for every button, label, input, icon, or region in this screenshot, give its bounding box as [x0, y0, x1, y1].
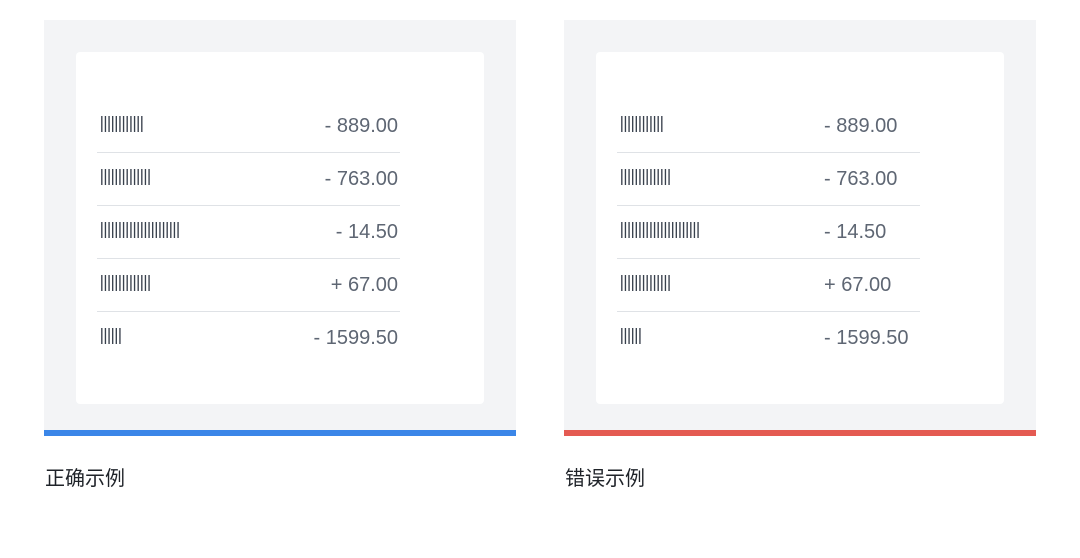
item-label: |||||| — [617, 325, 645, 344]
item-amount: - 14.50 — [335, 221, 398, 243]
correct-example-caption: 正确示例 — [45, 468, 125, 490]
item-amount: - 1599.50 — [313, 327, 398, 349]
list-item: |||||||||||||| - 763.00 — [617, 153, 920, 206]
item-amount: - 889.00 — [324, 115, 398, 137]
item-amount: - 763.00 — [824, 168, 898, 190]
wrong-example-panel: |||||||||||| - 889.00 |||||||||||||| - 7… — [564, 20, 1036, 430]
list-item: |||||||||||||| - 763.00 — [97, 153, 400, 206]
item-label: |||||| — [97, 325, 125, 344]
correct-accent-bar — [44, 430, 516, 436]
list-item: |||||||||||||||||||||| - 14.50 — [617, 206, 920, 259]
wrong-accent-bar — [564, 430, 1036, 436]
item-label: |||||||||||| — [617, 113, 667, 132]
item-label: |||||||||||||| — [617, 166, 674, 185]
wrong-example: |||||||||||| - 889.00 |||||||||||||| - 7… — [564, 20, 1036, 436]
item-amount: - 889.00 — [824, 115, 898, 137]
item-label: |||||||||||||| — [617, 272, 674, 291]
correct-example-panel: |||||||||||| - 889.00 |||||||||||||| - 7… — [44, 20, 516, 430]
list-item: |||||||||||||| + 67.00 — [617, 259, 920, 312]
item-amount: + 67.00 — [824, 274, 892, 296]
item-amount: - 1599.50 — [824, 327, 909, 349]
list-item: |||||||||||| - 889.00 — [617, 100, 920, 153]
item-amount: + 67.00 — [330, 274, 398, 296]
item-label: |||||||||||| — [97, 113, 147, 132]
list-item: |||||||||||| - 889.00 — [97, 100, 400, 153]
item-label: |||||||||||||| — [97, 272, 154, 291]
item-amount: - 763.00 — [324, 168, 398, 190]
item-label: |||||||||||||||||||||| — [97, 219, 183, 238]
list-item: |||||||||||||| + 67.00 — [97, 259, 400, 312]
correct-amount-list: |||||||||||| - 889.00 |||||||||||||| - 7… — [97, 100, 400, 365]
item-label: |||||||||||||| — [97, 166, 154, 185]
item-amount: - 14.50 — [824, 221, 887, 243]
list-item: |||||| - 1599.50 — [97, 312, 400, 365]
correct-example: |||||||||||| - 889.00 |||||||||||||| - 7… — [44, 20, 516, 436]
list-item: |||||| - 1599.50 — [617, 312, 920, 365]
wrong-example-caption: 错误示例 — [565, 468, 645, 490]
list-item: |||||||||||||||||||||| - 14.50 — [97, 206, 400, 259]
item-label: |||||||||||||||||||||| — [617, 219, 703, 238]
wrong-amount-list: |||||||||||| - 889.00 |||||||||||||| - 7… — [617, 100, 920, 365]
